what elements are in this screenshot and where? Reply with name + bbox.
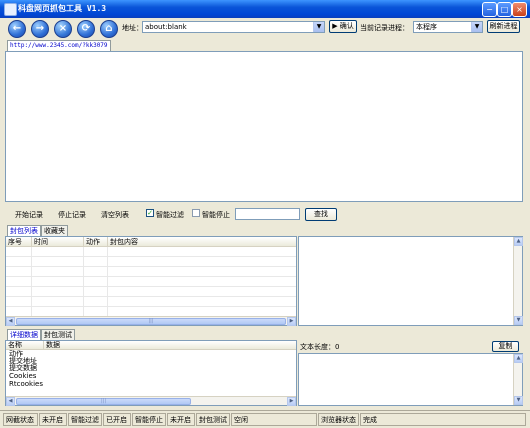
list-item[interactable]: 提交数据 <box>9 365 37 372</box>
column-header[interactable]: 数据 <box>44 341 296 350</box>
smart-filter-checkbox[interactable]: ✓ <box>146 209 154 217</box>
process-value: 本程序 <box>416 23 437 31</box>
detail-table: 名称 数据 动作 提交地址 提交数据 Cookies Rtcookies ◀ |… <box>5 340 297 406</box>
column-header[interactable]: 序号 <box>6 237 32 247</box>
table-row[interactable] <box>6 297 296 307</box>
search-button[interactable]: 查找 <box>305 208 337 221</box>
text-content-panel[interactable]: ▲ ▼ <box>298 353 523 406</box>
scroll-down-icon[interactable]: ▼ <box>514 316 523 325</box>
stop-icon[interactable]: × <box>54 20 72 38</box>
status-stop-value: 未开启 <box>167 413 195 426</box>
column-header[interactable]: 动作 <box>84 237 108 247</box>
table-row[interactable] <box>6 277 296 287</box>
smart-stop-label: 智能停止 <box>202 211 230 219</box>
vertical-scrollbar[interactable]: ▲ ▼ <box>513 237 523 325</box>
stop-record-button[interactable]: 停止记录 <box>58 210 86 220</box>
smart-stop-checkbox[interactable] <box>192 209 200 217</box>
status-filter-label: 智能过滤 <box>68 413 102 426</box>
tab-packet-list[interactable]: 封包列表 <box>7 225 41 236</box>
scroll-right-icon[interactable]: ▶ <box>287 397 296 406</box>
app-icon <box>4 3 17 16</box>
table-row[interactable] <box>6 287 296 297</box>
scroll-down-icon[interactable]: ▼ <box>514 396 523 405</box>
tab-packet-test[interactable]: 封包测试 <box>41 329 75 340</box>
chevron-down-icon[interactable]: ▼ <box>313 22 324 32</box>
tab-favorites[interactable]: 收藏夹 <box>41 225 68 236</box>
status-filter-value: 已开启 <box>103 413 131 426</box>
status-test-value: 空闲 <box>231 413 317 426</box>
copy-button[interactable]: 复制 <box>492 341 519 352</box>
address-input[interactable]: about:blank ▼ <box>142 21 325 33</box>
packet-preview-panel[interactable]: ▲ ▼ <box>298 236 523 326</box>
status-bar: 网截状态 未开启 智能过滤 已开启 智能停止 未开启 封包测试 空闲 浏览器状态… <box>0 410 530 428</box>
process-label: 当前记录进程： <box>360 24 409 32</box>
address-value: about:blank <box>145 23 187 31</box>
column-header[interactable]: 名称 <box>6 341 44 350</box>
tab-browser-page[interactable]: http://www.2345.com/?kk3079 <box>7 40 111 51</box>
confirm-button[interactable]: ▶ 确认 <box>329 20 357 33</box>
status-network-value: 未开启 <box>39 413 67 426</box>
title-bar: 科盘网页抓包工具 V1.3 − □ × <box>0 0 530 18</box>
close-button[interactable]: × <box>512 2 527 17</box>
maximize-button[interactable]: □ <box>497 2 512 17</box>
toolbar: ← → × ⟳ ⌂ 地址： about:blank ▼ ▶ 确认 当前记录进程：… <box>0 18 530 38</box>
tab-detail-data[interactable]: 详细数据 <box>7 329 41 340</box>
status-network-label: 网截状态 <box>3 413 38 426</box>
status-stop-label: 智能停止 <box>132 413 166 426</box>
process-select[interactable]: 本程序 ▼ <box>413 21 483 33</box>
clear-list-button[interactable]: 清空列表 <box>101 210 129 220</box>
column-header[interactable]: 时间 <box>32 237 84 247</box>
forward-icon[interactable]: → <box>31 20 49 38</box>
text-length-label: 文本长度：0 <box>300 343 340 351</box>
horizontal-scrollbar[interactable]: ◀ ||| ▶ <box>6 316 296 326</box>
packet-table: 序号 时间 动作 封包内容 ◀ ||| ▶ <box>5 236 297 326</box>
packet-table-header: 序号 时间 动作 封包内容 <box>6 237 296 247</box>
scroll-up-icon[interactable]: ▲ <box>514 354 523 363</box>
table-row[interactable] <box>6 247 296 257</box>
scroll-up-icon[interactable]: ▲ <box>514 237 523 246</box>
minimize-button[interactable]: − <box>482 2 497 17</box>
table-row[interactable] <box>6 267 296 277</box>
vertical-scrollbar[interactable]: ▲ ▼ <box>513 354 523 405</box>
list-item[interactable]: Rtcookies <box>9 381 43 388</box>
start-record-button[interactable]: 开始记录 <box>15 210 43 220</box>
scroll-right-icon[interactable]: ▶ <box>287 317 296 326</box>
window-title: 科盘网页抓包工具 V1.3 <box>18 4 107 13</box>
refresh-icon[interactable]: ⟳ <box>77 20 95 38</box>
status-browser-value: 完成 <box>360 413 526 426</box>
list-item[interactable]: Cookies <box>9 373 36 380</box>
scrollbar-thumb[interactable]: ||| <box>16 318 286 325</box>
back-icon[interactable]: ← <box>8 20 26 38</box>
search-input[interactable] <box>235 208 300 220</box>
table-row[interactable] <box>6 257 296 267</box>
home-icon[interactable]: ⌂ <box>100 20 118 38</box>
chevron-down-icon[interactable]: ▼ <box>471 22 482 32</box>
scroll-left-icon[interactable]: ◀ <box>6 397 15 406</box>
scroll-left-icon[interactable]: ◀ <box>6 317 15 326</box>
address-label: 地址： <box>122 24 143 32</box>
status-browser-label: 浏览器状态 <box>318 413 359 426</box>
scrollbar-thumb[interactable]: ||| <box>16 398 191 405</box>
smart-filter-label: 智能过滤 <box>156 211 184 219</box>
detail-table-header: 名称 数据 <box>6 341 296 350</box>
browser-view[interactable] <box>5 51 523 202</box>
horizontal-scrollbar[interactable]: ◀ ||| ▶ <box>6 396 296 406</box>
refresh-process-button[interactable]: 刷新进程 <box>487 20 520 33</box>
status-test-label: 封包测试 <box>196 413 230 426</box>
column-header[interactable]: 封包内容 <box>108 237 296 247</box>
